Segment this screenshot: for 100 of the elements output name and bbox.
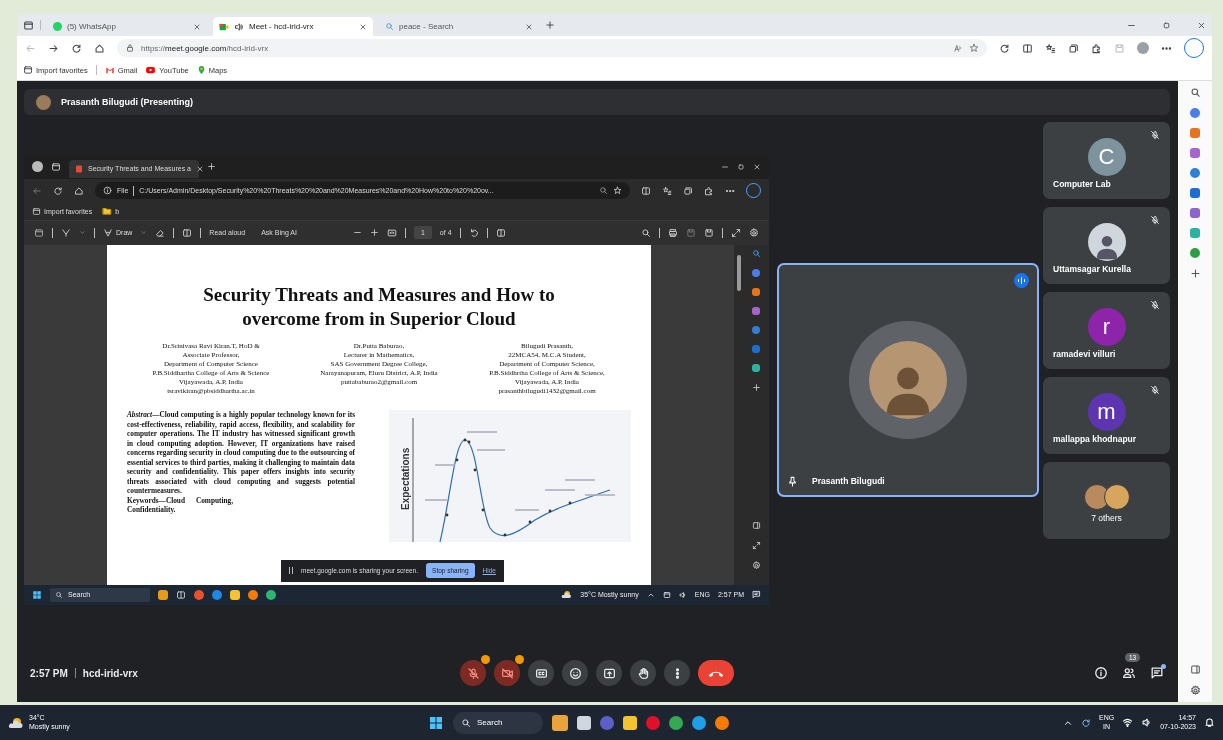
app-icon[interactable]	[552, 714, 568, 731]
participant-tile[interactable]: m mallappa khodnapur	[1043, 377, 1170, 454]
windows-logo-icon[interactable]	[32, 589, 42, 600]
search-icon[interactable]	[1189, 87, 1201, 98]
app-icon[interactable]	[158, 589, 168, 600]
restore-icon[interactable]	[1162, 20, 1171, 30]
wifi-icon[interactable]	[1122, 717, 1134, 728]
app-icon[interactable]	[577, 715, 591, 730]
close-icon[interactable]	[193, 22, 201, 31]
info-icon[interactable]	[1094, 666, 1108, 680]
app-icon[interactable]	[669, 715, 683, 730]
drag-handle-icon[interactable]	[289, 567, 293, 574]
app-icon[interactable]	[752, 287, 760, 296]
browser-tab[interactable]: peace - Search	[379, 17, 539, 36]
tray-icon[interactable]	[662, 590, 671, 599]
restore-icon[interactable]	[737, 162, 745, 171]
pin-icon[interactable]	[787, 475, 798, 487]
profile-avatar[interactable]	[32, 161, 43, 172]
map-pin-icon[interactable]	[196, 65, 206, 75]
open-icon[interactable]	[751, 540, 761, 550]
participant-tile[interactable]: C Computer Lab	[1043, 122, 1170, 199]
eraser-icon[interactable]	[155, 227, 166, 238]
star-icon[interactable]	[613, 186, 622, 195]
people-icon[interactable]	[1122, 666, 1136, 680]
meet-icon[interactable]	[219, 21, 229, 32]
refresh-icon[interactable]	[71, 42, 82, 54]
split-screen-icon[interactable]	[1022, 42, 1033, 54]
close-icon[interactable]	[196, 164, 204, 173]
address-field[interactable]: https://meet.google.com/hcd-irid-vrx	[117, 39, 987, 57]
search-icon[interactable]	[751, 248, 761, 258]
task-view-icon[interactable]	[176, 589, 186, 600]
save-icon[interactable]	[686, 227, 696, 238]
back-icon[interactable]	[32, 185, 42, 196]
lock-icon[interactable]	[125, 43, 135, 53]
contents-icon[interactable]	[34, 227, 44, 238]
speaker-icon[interactable]	[1141, 717, 1153, 728]
fullscreen-icon[interactable]	[731, 227, 741, 238]
close-icon[interactable]	[525, 22, 533, 31]
read-aloud-icon[interactable]	[953, 43, 963, 53]
refresh-icon[interactable]	[53, 185, 63, 196]
speaker-icon[interactable]	[678, 590, 687, 599]
mail-icon[interactable]	[104, 65, 115, 75]
main-participant-tile[interactable]: Prasanth Bilugudi	[777, 262, 1039, 497]
highlight-icon[interactable]	[61, 227, 71, 238]
settings-icon[interactable]	[1189, 685, 1201, 696]
import-icon[interactable]	[23, 65, 33, 75]
add-icon[interactable]	[1189, 268, 1201, 279]
add-icon[interactable]	[751, 382, 761, 392]
extensions-icon[interactable]	[1091, 42, 1102, 54]
notification-icon[interactable]	[752, 590, 761, 599]
app-icon[interactable]	[752, 363, 760, 372]
leave-call-button[interactable]	[698, 660, 734, 686]
app-icon[interactable]	[623, 715, 637, 730]
speaker-icon[interactable]	[234, 21, 244, 32]
save-as-icon[interactable]	[704, 227, 714, 238]
sync-icon[interactable]	[1081, 717, 1091, 728]
print-icon[interactable]	[668, 227, 678, 238]
collections-icon[interactable]	[1068, 42, 1079, 54]
captions-button[interactable]	[528, 660, 554, 686]
app-icon[interactable]	[715, 715, 729, 730]
participant-tile[interactable]: r ramadevi villuri	[1043, 292, 1170, 369]
favorites-icon[interactable]	[1045, 42, 1056, 54]
rotate-icon[interactable]	[468, 227, 479, 238]
search-field[interactable]: Search	[453, 711, 543, 734]
extensions-icon[interactable]	[704, 185, 714, 196]
chat-icon[interactable]	[1150, 666, 1164, 680]
two-page-icon[interactable]	[495, 227, 506, 238]
close-icon[interactable]	[359, 22, 367, 31]
split-screen-icon[interactable]	[641, 185, 651, 196]
camera-button[interactable]	[494, 660, 520, 686]
forward-icon[interactable]	[48, 42, 59, 54]
zoom-icon[interactable]	[599, 186, 608, 195]
participant-tile[interactable]: 7 others	[1043, 462, 1170, 539]
tab-actions-icon[interactable]	[23, 19, 34, 31]
close-icon[interactable]	[1197, 20, 1206, 30]
new-tab-icon[interactable]	[545, 20, 555, 30]
app-icon[interactable]	[266, 589, 276, 600]
browser-tab[interactable]: Meet - hcd-irid-vrx	[213, 17, 373, 36]
present-button[interactable]	[596, 660, 622, 686]
windows-logo-icon[interactable]	[428, 714, 444, 731]
info-icon[interactable]	[103, 186, 112, 195]
app-icon[interactable]	[248, 589, 258, 600]
fit-page-icon[interactable]	[386, 227, 397, 238]
close-icon[interactable]	[753, 162, 761, 171]
folder-icon[interactable]	[102, 206, 113, 216]
play-icon[interactable]	[145, 65, 157, 75]
reactions-button[interactable]	[562, 660, 588, 686]
search-icon[interactable]	[641, 227, 651, 238]
refresh-icon[interactable]	[999, 42, 1010, 54]
app-icon[interactable]	[692, 715, 706, 730]
tab-actions-icon[interactable]	[51, 161, 61, 172]
microphone-button[interactable]	[460, 660, 486, 686]
home-icon[interactable]	[74, 185, 84, 196]
app-icon[interactable]	[230, 589, 240, 600]
star-icon[interactable]	[969, 43, 979, 53]
collections-icon[interactable]	[683, 185, 693, 196]
participant-tile[interactable]: Uttamsagar Kurella	[1043, 207, 1170, 284]
raise-hand-button[interactable]	[630, 660, 656, 686]
home-icon[interactable]	[94, 42, 105, 54]
page-view-icon[interactable]	[182, 227, 193, 238]
